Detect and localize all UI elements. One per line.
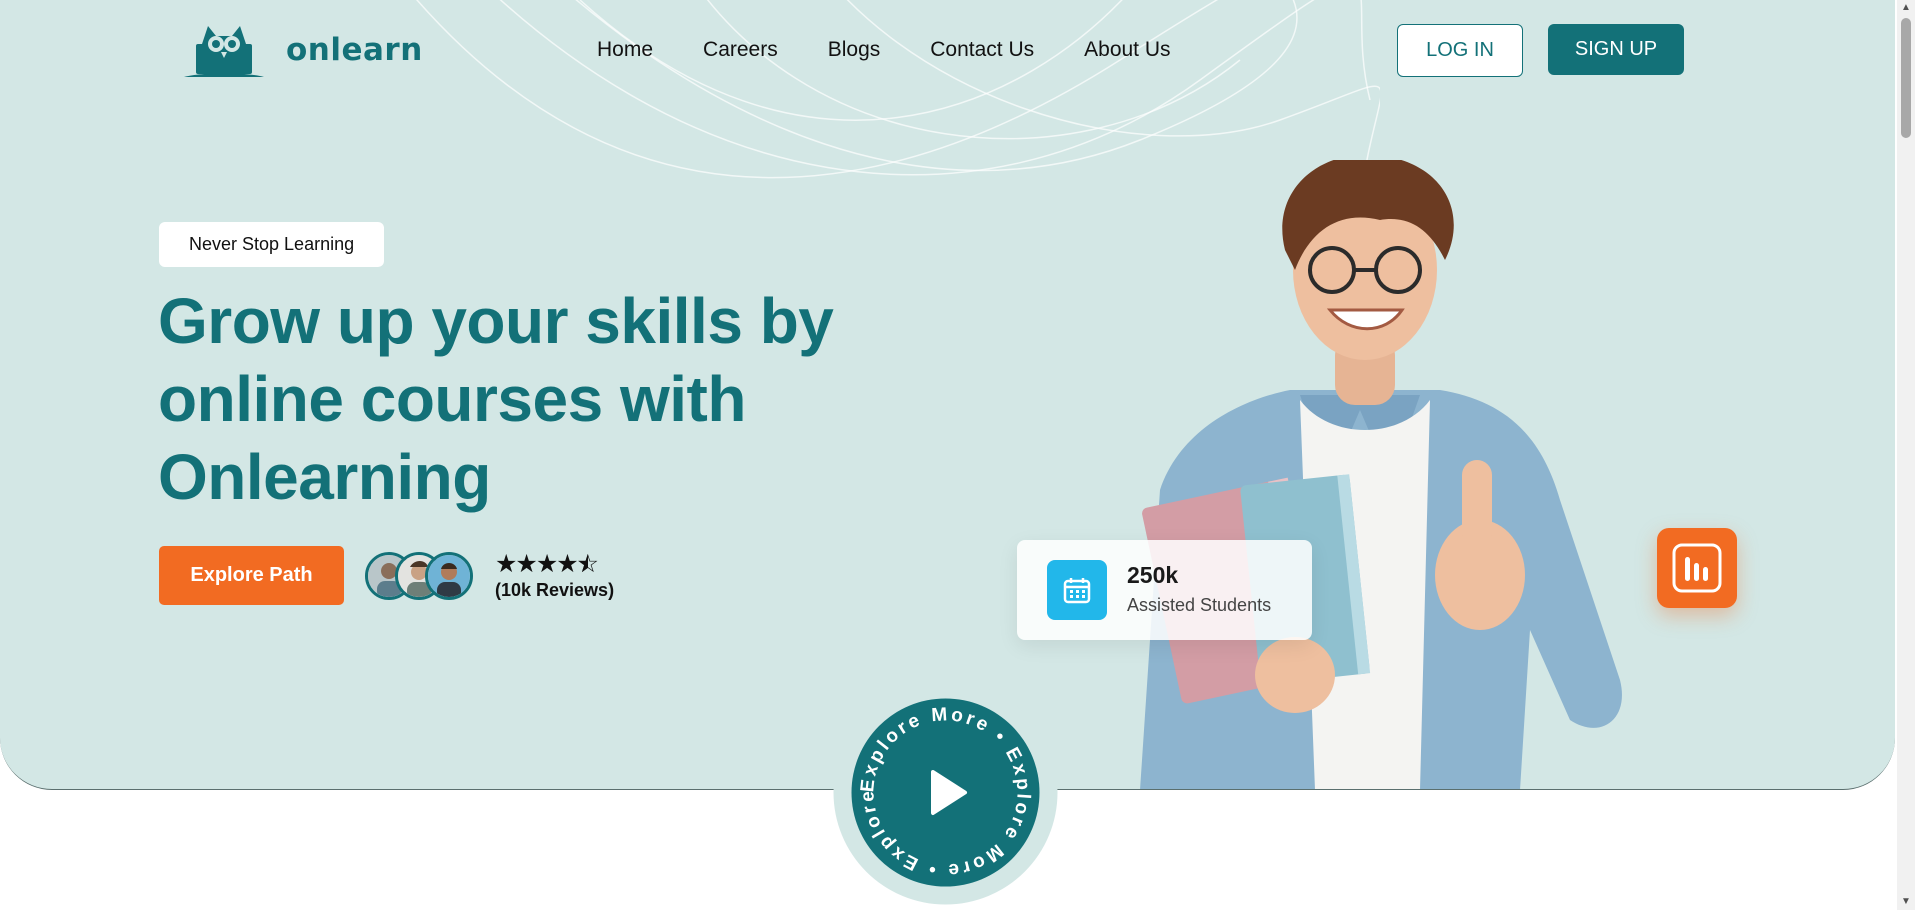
login-button[interactable]: LOG IN	[1397, 24, 1523, 77]
tagline-badge: Never Stop Learning	[159, 222, 385, 267]
nav-about-us[interactable]: About Us	[1084, 38, 1170, 62]
page-scrollbar[interactable]: ▲ ▼	[1897, 0, 1915, 910]
stat-card: 250k Assisted Students	[1017, 540, 1312, 640]
bar-chart-icon[interactable]	[1657, 528, 1737, 608]
hero-headline: Grow up your skills by online courses wi…	[158, 285, 834, 513]
avatar	[425, 552, 473, 600]
nav-contact-us[interactable]: Contact Us	[930, 38, 1034, 62]
signup-button[interactable]: SIGN UP	[1548, 24, 1684, 75]
reviewer-avatars	[365, 552, 475, 600]
student-photo	[1140, 160, 1622, 789]
stat-label: Assisted Students	[1127, 595, 1272, 615]
scroll-up-icon[interactable]: ▲	[1897, 0, 1915, 16]
explore-more-button[interactable]: Explore More • Explore More • Exploree •	[833, 680, 1058, 905]
scrollbar-thumb[interactable]	[1901, 18, 1911, 138]
brand-name: onlearn	[286, 32, 423, 68]
hero-section: onlearn Home Careers Blogs Contact Us Ab…	[0, 0, 1895, 790]
nav-home[interactable]: Home	[597, 38, 653, 62]
calendar-icon	[1047, 560, 1107, 620]
rating-block: ★★★★☆★ (10k Reviews)	[495, 550, 614, 601]
star-rating-icon: ★★★★☆★	[495, 550, 599, 578]
brand-logo[interactable]: onlearn	[182, 22, 423, 78]
explore-path-button[interactable]: Explore Path	[159, 546, 344, 605]
review-count: (10k Reviews)	[495, 580, 615, 600]
nav-blogs[interactable]: Blogs	[828, 38, 881, 62]
scroll-down-icon[interactable]: ▼	[1897, 894, 1915, 910]
stat-value: 250k	[1127, 562, 1179, 588]
owl-logo-icon	[184, 26, 264, 77]
nav-careers[interactable]: Careers	[703, 38, 778, 62]
main-nav: Home Careers Blogs Contact Us About Us	[597, 38, 1221, 62]
